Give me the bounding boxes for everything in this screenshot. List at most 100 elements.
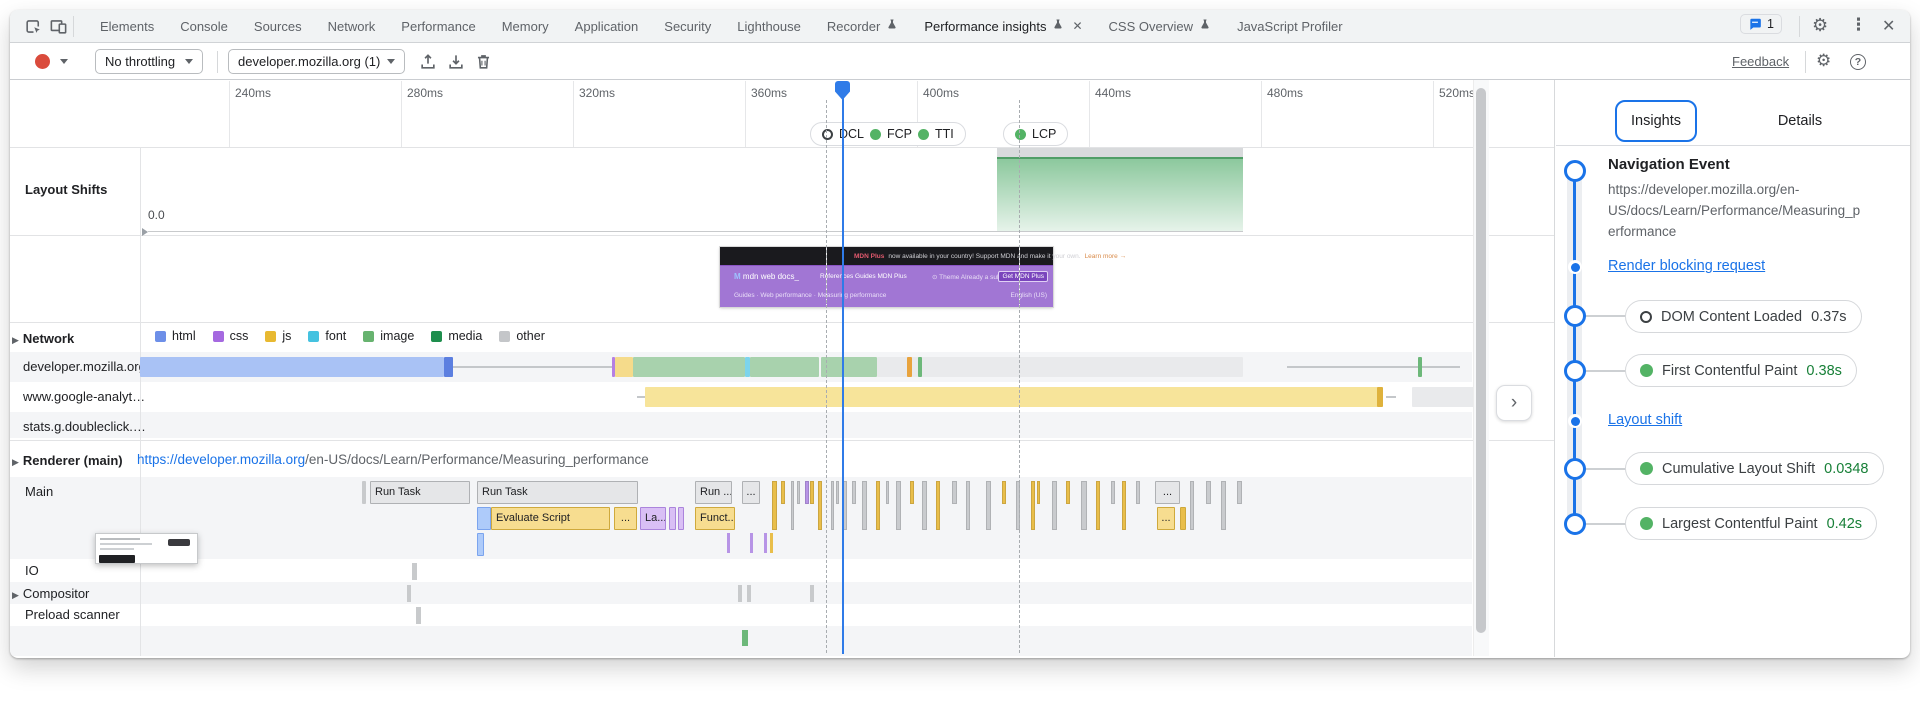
flame-task-bar[interactable] <box>952 481 957 504</box>
network-request-segment[interactable] <box>1377 387 1383 407</box>
tab-console[interactable]: Console <box>167 10 241 42</box>
flame-task-bar[interactable] <box>1111 481 1115 504</box>
flame-task-bar[interactable] <box>886 481 889 504</box>
render-blocking-request-link[interactable]: Render blocking request <box>1608 258 1765 274</box>
flame-task-bar[interactable] <box>1122 481 1126 530</box>
track-label-compositor[interactable]: ▶Compositor <box>12 585 89 603</box>
flame-task-bar[interactable] <box>922 481 927 530</box>
tab-insights[interactable]: Insights <box>1615 100 1697 142</box>
help-icon[interactable]: ? <box>1850 54 1866 70</box>
track-label-renderer[interactable]: ▶Renderer (main) <box>12 452 123 470</box>
network-request-segment[interactable] <box>444 357 453 377</box>
close-tab-icon[interactable]: ✕ <box>1072 19 1082 33</box>
flame-event-task[interactable]: ... <box>1155 481 1180 504</box>
flame-event-script[interactable]: Evaluate Script <box>491 507 610 530</box>
layout-shift-link[interactable]: Layout shift <box>1608 412 1682 428</box>
flame-task-bar[interactable] <box>805 481 809 504</box>
timing-markers-pill[interactable]: LCP <box>1003 122 1068 146</box>
tab-performance-insights[interactable]: Performance insights✕ <box>911 10 1095 42</box>
flame-event-blue[interactable] <box>477 507 491 530</box>
flame-task-bar[interactable] <box>797 481 800 504</box>
flame-event-script[interactable]: ... <box>1157 507 1175 530</box>
tab-security[interactable]: Security <box>651 10 724 42</box>
inspect-element-icon[interactable] <box>24 17 43 36</box>
close-devtools-icon[interactable]: ✕ <box>1882 16 1895 36</box>
flame-task-bar[interactable] <box>1136 481 1140 504</box>
layout-shift-cluster-header[interactable] <box>997 148 1243 157</box>
tab-recorder[interactable]: Recorder <box>814 10 911 42</box>
compositor-event-tick[interactable] <box>810 585 814 602</box>
flame-task-bar[interactable] <box>781 481 785 504</box>
flame-task-bar[interactable] <box>1052 481 1057 530</box>
gpu-event-tick[interactable] <box>742 630 748 646</box>
network-request-segment[interactable] <box>750 357 819 377</box>
tab-details[interactable]: Details <box>1740 100 1860 142</box>
insight-metric-pill-largest-contentful-paint[interactable]: Largest Contentful Paint0.42s <box>1625 507 1877 540</box>
network-request-segment[interactable] <box>633 357 745 377</box>
renderer-url-origin[interactable]: https://developer.mozilla.org <box>137 452 305 467</box>
insight-metric-pill-first-contentful-paint[interactable]: First Contentful Paint0.38s <box>1625 354 1857 387</box>
flame-task-bar[interactable] <box>1096 481 1100 530</box>
flame-subtask-tick[interactable] <box>764 533 767 553</box>
flame-event-script[interactable]: ... <box>614 507 637 530</box>
network-request-segment[interactable] <box>918 357 922 377</box>
flame-event-purple[interactable] <box>678 507 684 530</box>
target-select[interactable]: developer.mozilla.org (1) <box>228 49 405 74</box>
flame-task-bar[interactable] <box>852 481 856 504</box>
flame-task-bar[interactable] <box>791 481 794 530</box>
flame-event-thin[interactable] <box>362 481 366 504</box>
tab-memory[interactable]: Memory <box>489 10 562 42</box>
preload-scanner-event-tick[interactable] <box>416 607 421 624</box>
flame-task-bar[interactable] <box>1002 481 1006 504</box>
settings-gear-icon[interactable]: ⚙ <box>1812 15 1828 36</box>
expand-sidebar-button[interactable]: › <box>1496 385 1532 421</box>
flame-task-bar[interactable] <box>1066 481 1070 504</box>
flame-task-bar[interactable] <box>1237 481 1242 504</box>
record-button[interactable] <box>35 54 50 69</box>
tab-lighthouse[interactable]: Lighthouse <box>724 10 814 42</box>
network-request-segment[interactable] <box>615 357 633 377</box>
filmstrip-screenshot[interactable]: MDN Plus now available in your country! … <box>720 247 1053 307</box>
delete-trace-icon[interactable] <box>474 52 493 71</box>
flame-task-bar[interactable] <box>836 481 839 504</box>
record-options-caret[interactable] <box>60 59 68 64</box>
flame-task-bar[interactable] <box>986 481 991 530</box>
flame-task-bar[interactable] <box>1081 481 1087 530</box>
playhead-handle[interactable] <box>835 81 850 100</box>
compositor-event-tick[interactable] <box>407 585 411 602</box>
feedback-link[interactable]: Feedback <box>1732 54 1789 69</box>
vertical-scrollbar-thumb[interactable] <box>1476 88 1486 633</box>
tab-elements[interactable]: Elements <box>87 10 167 42</box>
flame-task-bar[interactable] <box>831 481 834 530</box>
flame-task-bar[interactable] <box>1206 481 1211 504</box>
flame-task-bar[interactable] <box>910 481 914 504</box>
flame-event-script[interactable]: Funct... <box>695 507 735 530</box>
flame-event-task[interactable]: Run Task <box>370 481 470 504</box>
flame-task-bar[interactable] <box>896 481 901 530</box>
flame-task-bar[interactable] <box>936 481 940 530</box>
flame-subtask-tick[interactable] <box>750 533 753 553</box>
flame-task-bar[interactable] <box>810 481 814 504</box>
import-trace-icon[interactable] <box>418 52 438 72</box>
renderer-url[interactable]: https://developer.mozilla.org/en-US/docs… <box>137 452 649 467</box>
tab-css-overview[interactable]: CSS Overview <box>1096 10 1225 42</box>
device-toolbar-icon[interactable] <box>49 17 68 36</box>
throttling-select[interactable]: No throttling <box>95 49 203 74</box>
insight-metric-pill-dom-content-loaded[interactable]: DOM Content Loaded0.37s <box>1625 300 1862 333</box>
flame-subtask-tick[interactable] <box>770 533 773 553</box>
io-event-tick[interactable] <box>412 563 417 580</box>
flame-event-task[interactable]: ... <box>742 481 760 504</box>
tab-network[interactable]: Network <box>315 10 389 42</box>
track-label-network[interactable]: ▶Network <box>12 330 74 348</box>
flame-task-bar[interactable] <box>1031 481 1035 530</box>
tab-application[interactable]: Application <box>562 10 652 42</box>
tab-sources[interactable]: Sources <box>241 10 315 42</box>
tab-performance[interactable]: Performance <box>388 10 488 42</box>
flame-task-bar[interactable] <box>876 481 880 530</box>
flame-task-bar[interactable] <box>1190 481 1194 530</box>
flame-event-purple[interactable] <box>669 507 676 530</box>
flame-task-bar[interactable] <box>1221 481 1226 530</box>
network-request-segment[interactable] <box>877 357 1243 377</box>
tab-javascript-profiler[interactable]: JavaScript Profiler <box>1224 10 1355 42</box>
flame-task-bar[interactable] <box>966 481 970 530</box>
